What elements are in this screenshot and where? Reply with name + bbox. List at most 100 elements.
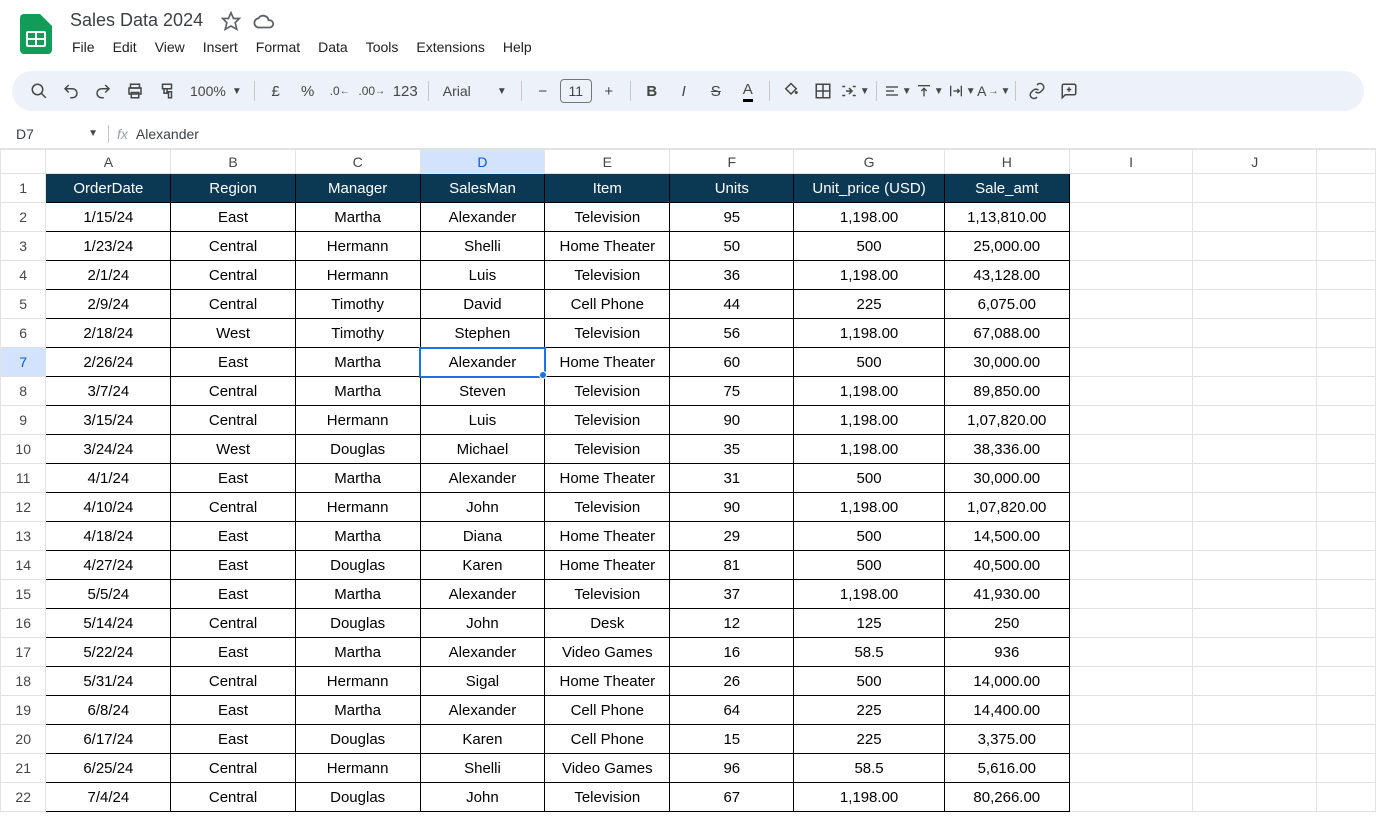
cell-J7[interactable] (1193, 348, 1317, 377)
cell-H11[interactable]: 30,000.00 (944, 464, 1069, 493)
cell-extra-12[interactable] (1317, 493, 1376, 522)
cell-I14[interactable] (1069, 551, 1193, 580)
cell-G4[interactable]: 1,198.00 (794, 261, 944, 290)
cell-H15[interactable]: 41,930.00 (944, 580, 1069, 609)
cell-A11[interactable]: 4/1/24 (46, 464, 171, 493)
menu-view[interactable]: View (147, 35, 193, 59)
cell-A6[interactable]: 2/18/24 (46, 319, 171, 348)
column-header-G[interactable]: G (794, 150, 944, 174)
cell-I4[interactable] (1069, 261, 1193, 290)
cell-F21[interactable]: 96 (670, 754, 794, 783)
row-header-22[interactable]: 22 (1, 783, 46, 812)
cell-A18[interactable]: 5/31/24 (46, 667, 171, 696)
cell-I19[interactable] (1069, 696, 1193, 725)
cell-F20[interactable]: 15 (670, 725, 794, 754)
cell-D13[interactable]: Diana (420, 522, 545, 551)
cell-C13[interactable]: Martha (295, 522, 420, 551)
cell-F2[interactable]: 95 (670, 203, 794, 232)
cell-B16[interactable]: Central (171, 609, 295, 638)
zoom-dropdown[interactable]: 100%▼ (184, 83, 248, 99)
menu-insert[interactable]: Insert (195, 35, 246, 59)
cell-F9[interactable]: 90 (670, 406, 794, 435)
cell-extra-10[interactable] (1317, 435, 1376, 464)
cell-J6[interactable] (1193, 319, 1317, 348)
column-header-H[interactable]: H (944, 150, 1069, 174)
cell-H1[interactable]: Sale_amt (944, 174, 1069, 203)
cell-B4[interactable]: Central (171, 261, 295, 290)
cell-B1[interactable]: Region (171, 174, 295, 203)
cell-C8[interactable]: Martha (295, 377, 420, 406)
cell-C15[interactable]: Martha (295, 580, 420, 609)
cell-E4[interactable]: Television (545, 261, 670, 290)
row-header-19[interactable]: 19 (1, 696, 46, 725)
cell-B7[interactable]: East (171, 348, 295, 377)
cell-J5[interactable] (1193, 290, 1317, 319)
cell-I16[interactable] (1069, 609, 1193, 638)
cell-D3[interactable]: Shelli (420, 232, 545, 261)
cell-G13[interactable]: 500 (794, 522, 944, 551)
number-format-dropdown[interactable]: 123 (389, 76, 422, 106)
cell-B21[interactable]: Central (171, 754, 295, 783)
cell-I12[interactable] (1069, 493, 1193, 522)
cell-J14[interactable] (1193, 551, 1317, 580)
cell-G17[interactable]: 58.5 (794, 638, 944, 667)
cell-J16[interactable] (1193, 609, 1317, 638)
insert-link-icon[interactable] (1022, 76, 1052, 106)
cell-F14[interactable]: 81 (670, 551, 794, 580)
cell-A22[interactable]: 7/4/24 (46, 783, 171, 812)
document-title[interactable]: Sales Data 2024 (64, 8, 209, 33)
cell-D4[interactable]: Luis (420, 261, 545, 290)
cell-J9[interactable] (1193, 406, 1317, 435)
cell-C21[interactable]: Hermann (295, 754, 420, 783)
row-header-9[interactable]: 9 (1, 406, 46, 435)
cell-I10[interactable] (1069, 435, 1193, 464)
cell-extra-9[interactable] (1317, 406, 1376, 435)
cell-I13[interactable] (1069, 522, 1193, 551)
column-header-D[interactable]: D (420, 150, 545, 174)
cell-I9[interactable] (1069, 406, 1193, 435)
cell-E1[interactable]: Item (545, 174, 670, 203)
cell-G19[interactable]: 225 (794, 696, 944, 725)
cell-D19[interactable]: Alexander (420, 696, 545, 725)
cell-J17[interactable] (1193, 638, 1317, 667)
cell-H4[interactable]: 43,128.00 (944, 261, 1069, 290)
cell-G16[interactable]: 125 (794, 609, 944, 638)
cell-H16[interactable]: 250 (944, 609, 1069, 638)
cell-G5[interactable]: 225 (794, 290, 944, 319)
cell-D1[interactable]: SalesMan (420, 174, 545, 203)
row-header-21[interactable]: 21 (1, 754, 46, 783)
cell-extra-6[interactable] (1317, 319, 1376, 348)
cell-G20[interactable]: 225 (794, 725, 944, 754)
cell-D2[interactable]: Alexander (420, 203, 545, 232)
cell-E22[interactable]: Television (545, 783, 670, 812)
cell-H20[interactable]: 3,375.00 (944, 725, 1069, 754)
cell-J3[interactable] (1193, 232, 1317, 261)
cell-H17[interactable]: 936 (944, 638, 1069, 667)
cell-C14[interactable]: Douglas (295, 551, 420, 580)
cell-F7[interactable]: 60 (670, 348, 794, 377)
fill-color-icon[interactable] (776, 76, 806, 106)
cell-A14[interactable]: 4/27/24 (46, 551, 171, 580)
cell-I7[interactable] (1069, 348, 1193, 377)
font-size-input[interactable]: 11 (560, 79, 592, 103)
cell-B2[interactable]: East (171, 203, 295, 232)
cell-extra-19[interactable] (1317, 696, 1376, 725)
percent-icon[interactable]: % (293, 76, 323, 106)
cell-A12[interactable]: 4/10/24 (46, 493, 171, 522)
cell-D8[interactable]: Steven (420, 377, 545, 406)
cell-D16[interactable]: John (420, 609, 545, 638)
cell-D9[interactable]: Luis (420, 406, 545, 435)
cell-E6[interactable]: Television (545, 319, 670, 348)
cell-E7[interactable]: Home Theater (545, 348, 670, 377)
cell-F4[interactable]: 36 (670, 261, 794, 290)
cell-F5[interactable]: 44 (670, 290, 794, 319)
cell-extra-7[interactable] (1317, 348, 1376, 377)
cell-J2[interactable] (1193, 203, 1317, 232)
column-header-E[interactable]: E (545, 150, 670, 174)
cell-B3[interactable]: Central (171, 232, 295, 261)
cell-I11[interactable] (1069, 464, 1193, 493)
cell-D15[interactable]: Alexander (420, 580, 545, 609)
cell-G11[interactable]: 500 (794, 464, 944, 493)
spreadsheet-grid[interactable]: ABCDEFGHIJ 1OrderDateRegionManagerSalesM… (0, 149, 1376, 812)
horizontal-align-icon[interactable]: ▼ (883, 76, 913, 106)
